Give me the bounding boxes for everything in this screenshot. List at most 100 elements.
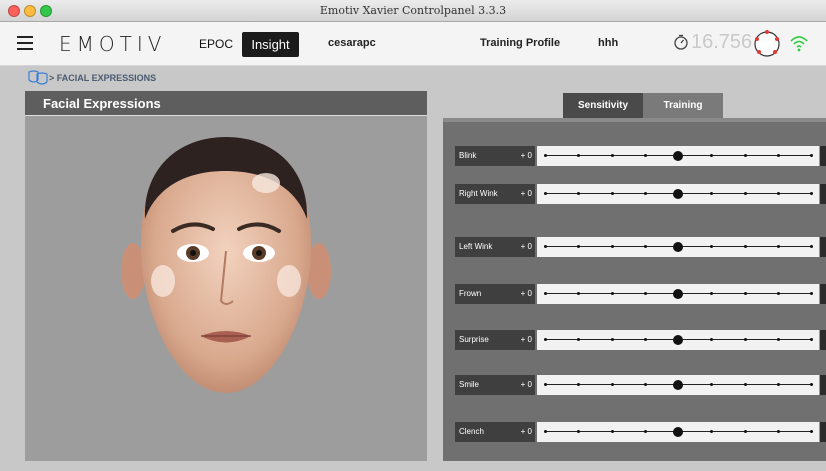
slider-tick [743,338,747,341]
slider-tick [577,192,581,195]
slider-tick [776,383,780,386]
sensitivity-slider[interactable] [537,146,819,166]
slider-tick [577,154,581,157]
user-name[interactable]: cesarapc [328,37,376,49]
sensitivity-slider[interactable] [537,422,819,442]
sensitivity-slider[interactable] [537,330,819,350]
slider-tick [710,245,714,248]
expression-value: + 0 [520,189,532,198]
slider-tick [610,430,614,433]
brand-logo: EMOTIV [59,32,167,56]
slider-handle[interactable] [673,242,683,252]
slider-tick [810,430,813,433]
timer-icon [674,34,688,50]
row-end-indicator [819,237,826,257]
slider-tick [610,292,614,295]
sensitivity-slider[interactable] [537,284,819,304]
slider-handle[interactable] [673,427,683,437]
slider-handle[interactable] [673,289,683,299]
timer-value: 16.756 [691,31,753,53]
slider-tick [544,192,547,195]
tab-sensitivity[interactable]: Sensitivity [563,93,643,118]
slider-tick [610,245,614,248]
slider-tick [743,383,747,386]
menu-icon[interactable] [17,36,33,50]
expression-row: Smile + 0 [455,375,826,395]
sensitivity-slider[interactable] [537,237,819,257]
slider-tick [710,154,714,157]
slider-handle[interactable] [673,335,683,345]
sensitivity-slider[interactable] [537,184,819,204]
slider-tick [610,383,614,386]
slider-tick [577,245,581,248]
slider-tick [776,292,780,295]
expression-row: Surprise + 0 [455,330,826,350]
slider-tick [810,192,813,195]
slider-tick [544,245,547,248]
slider-tick [776,192,780,195]
breadcrumb-text[interactable]: > FACIAL EXPRESSIONS [49,73,156,83]
training-profile-label: Training Profile [480,37,561,49]
slider-tick [544,430,547,433]
slider-tick [743,430,747,433]
slider-tick [643,154,647,157]
face-avatar [121,137,331,393]
slider-tick [577,430,581,433]
row-end-indicator [819,184,826,204]
slider-tick [643,338,647,341]
slider-tick [743,292,747,295]
slider-tick [643,192,647,195]
slider-handle[interactable] [673,380,683,390]
slider-tick [610,154,614,157]
contact-quality-icon[interactable] [752,29,782,59]
expression-value: + 0 [520,289,532,298]
slider-tick [710,383,714,386]
slider-tick [544,292,547,295]
slider-tick [776,430,780,433]
expression-value: + 0 [520,335,532,344]
expression-value: + 0 [520,427,532,436]
row-end-indicator [819,330,826,350]
training-profile-value[interactable]: hhh [598,37,618,49]
slider-tick [810,338,813,341]
expression-value: + 0 [520,151,532,160]
slider-tick [643,245,647,248]
slider-tick [643,292,647,295]
slider-tick [544,154,547,157]
slider-tick [610,338,614,341]
slider-tick [743,245,747,248]
nav-epoc-button[interactable]: EPOC [199,37,233,51]
sensitivity-slider[interactable] [537,375,819,395]
slider-handle[interactable] [673,151,683,161]
expression-row: Clench + 0 [455,422,826,442]
panel-divider [443,118,826,122]
row-end-indicator [819,375,826,395]
facial-expressions-icon [28,70,48,85]
slider-tick [810,292,813,295]
slider-tick [577,338,581,341]
slider-tick [710,192,714,195]
slider-tick [743,154,747,157]
slider-tick [810,154,813,157]
slider-tick [544,338,547,341]
row-end-indicator [819,284,826,304]
slider-tick [710,292,714,295]
wifi-icon [790,36,808,52]
slider-tick [810,383,813,386]
expression-row: Left Wink + 0 [455,237,826,257]
expression-value: + 0 [520,380,532,389]
expression-value: + 0 [520,242,532,251]
row-end-indicator [819,146,826,166]
tab-training[interactable]: Training [643,93,723,118]
expression-row: Blink + 0 [455,146,826,166]
top-navigation: EMOTIV EPOC Insight cesarapc Training Pr… [0,22,826,66]
slider-tick [610,192,614,195]
slider-tick [710,430,714,433]
slider-tick [776,154,780,157]
slider-handle[interactable] [673,189,683,199]
slider-tick [776,338,780,341]
slider-tick [643,430,647,433]
nav-insight-button[interactable]: Insight [242,32,299,57]
slider-tick [643,383,647,386]
expression-row: Frown + 0 [455,284,826,304]
